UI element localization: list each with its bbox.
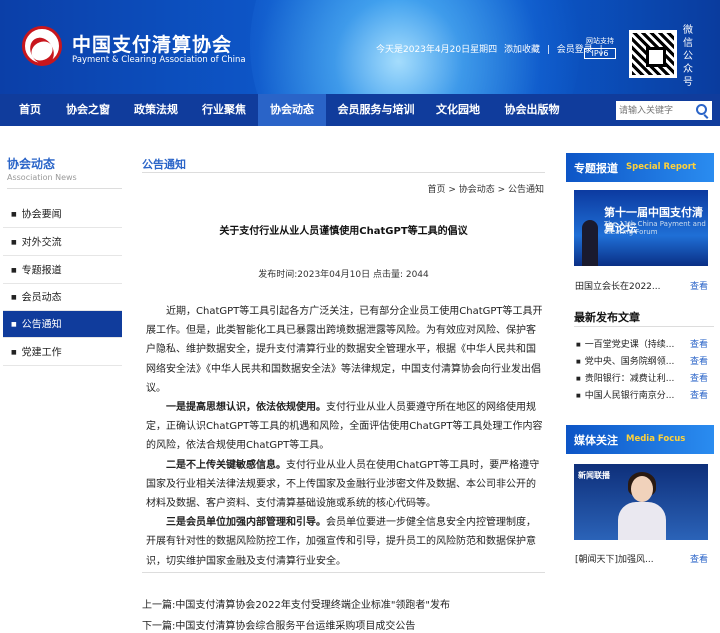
latest-article-item[interactable]: 中国人民银行南京分... — [576, 388, 675, 401]
nav-item-publications[interactable]: 协会出版物 — [496, 94, 568, 126]
ipv6-caption: 网站支持 — [586, 37, 614, 45]
article-title: 关于支付行业从业人员谨慎使用ChatGPT等工具的倡议 — [219, 226, 468, 237]
article-body: 近期，ChatGPT等工具引起各方广泛关注，已有部分企业员工使用ChatGPT等… — [146, 302, 544, 571]
latest-article-item[interactable]: 党中央、国务院纲领... — [576, 354, 675, 367]
media-focus-subtitle: Media Focus — [626, 434, 686, 444]
sidebar-item-news[interactable]: 协会要闻 — [3, 201, 122, 228]
association-logo-icon[interactable] — [22, 26, 62, 66]
latest-article-view-link[interactable]: 查看 — [690, 371, 708, 384]
article-paragraph: 一是提高思想认识，依法依规使用。支付行业从业人员要遵守所在地区的网络使用规定，正… — [146, 398, 544, 456]
media-focus-banner[interactable]: 媒体关注 Media Focus — [566, 425, 714, 454]
ipv6-label: IPv6 — [584, 48, 616, 59]
anchor-body — [618, 502, 666, 540]
article-paragraph: 近期，ChatGPT等工具引起各方广泛关注，已有部分企业员工使用ChatGPT等… — [146, 306, 543, 394]
latest-article-view-link[interactable]: 查看 — [690, 354, 708, 367]
main-nav: 首页 协会之窗 政策法规 行业聚焦 协会动态 会员服务与培训 文化园地 协会出版… — [0, 94, 720, 126]
article-meta: 发布时间:2023年04月10日 点击量: 2044 — [258, 270, 429, 280]
latest-articles-title: 最新发布文章 — [574, 311, 640, 324]
nav-item-culture[interactable]: 文化园地 — [428, 94, 488, 126]
search-box — [616, 101, 712, 120]
add-favorite-link[interactable]: 添加收藏 — [504, 45, 540, 55]
nav-item-home[interactable]: 首页 — [10, 94, 50, 126]
ipv6-badge: 网站支持 IPv6 — [584, 36, 616, 59]
speaker-figure — [582, 220, 598, 266]
special-report-caption[interactable]: 田国立会长在2022... — [575, 279, 661, 292]
top-links: 今天是2023年4月20日星期四 添加收藏 | 会员登录 | — [376, 42, 607, 55]
sidebar-item-member[interactable]: 会员动态 — [3, 284, 122, 311]
media-focus-view-link[interactable]: 查看 — [690, 552, 708, 565]
date-text: 今天是2023年4月20日星期四 — [376, 45, 498, 55]
sidebar-divider — [7, 188, 122, 189]
nav-item-industry[interactable]: 行业聚焦 — [194, 94, 254, 126]
nav-item-window[interactable]: 协会之窗 — [58, 94, 118, 126]
special-report-title: 专题报道 — [574, 162, 618, 175]
latest-articles-divider — [574, 326, 714, 327]
article-paragraph: 三是会员单位加强内部管理和引导。会员单位要进一步健全信息安全内控管理制度，开展有… — [146, 513, 544, 571]
latest-article-item[interactable]: 贵阳银行：减费让利... — [576, 371, 675, 384]
sidebar-item-party[interactable]: 党建工作 — [3, 339, 122, 366]
article-divider — [142, 572, 545, 573]
search-input[interactable] — [616, 101, 694, 120]
media-focus-photo[interactable]: 新闻联播 — [574, 464, 708, 540]
link-separator: | — [546, 45, 550, 55]
section-title: 公告通知 — [142, 158, 186, 171]
logo-title[interactable]: 中国支付清算协会 — [72, 30, 232, 57]
special-report-subtitle: Special Report — [626, 162, 697, 172]
sidebar-item-notice[interactable]: 公告通知 — [3, 311, 122, 338]
search-icon[interactable] — [696, 104, 707, 115]
latest-article-view-link[interactable]: 查看 — [690, 337, 708, 350]
site-header: 中国支付清算协会 Payment & Clearing Association … — [0, 0, 720, 94]
wechat-qr-code — [629, 30, 677, 78]
latest-article-view-link[interactable]: 查看 — [690, 388, 708, 401]
paragraph-lead: 一是提高思想认识，依法依规使用。 — [166, 402, 326, 414]
paragraph-lead: 二是不上传关键敏感信息。 — [166, 459, 286, 471]
sidebar-item-special[interactable]: 专题报道 — [3, 257, 122, 284]
photo-subline: The 11th China Payment and Clearing Foru… — [604, 220, 706, 236]
latest-article-item[interactable]: 一百堂党史课（持续... — [576, 337, 675, 350]
sidebar-subtitle: Association News — [7, 173, 77, 182]
paragraph-lead: 三是会员单位加强内部管理和引导。 — [166, 517, 326, 529]
next-article-link[interactable]: 下一篇:中国支付清算协会综合服务平台运维采购项目成交公告 — [142, 617, 415, 632]
sidebar-title: 协会动态 — [7, 157, 56, 171]
logo-subtitle: Payment & Clearing Association of China — [72, 55, 246, 65]
article-paragraph: 二是不上传关键敏感信息。支付行业从业人员在使用ChatGPT等工具时，要严格遵守… — [146, 456, 544, 514]
photo-tag: 新闻联播 — [578, 471, 610, 480]
media-focus-title: 媒体关注 — [574, 434, 618, 447]
breadcrumb[interactable]: 首页 > 协会动态 > 公告通知 — [427, 182, 544, 195]
special-report-banner[interactable]: 专题报道 Special Report — [566, 153, 714, 182]
special-report-photo[interactable]: 第十一届中国支付清算论坛 The 11th China Payment and … — [574, 190, 708, 266]
section-divider — [142, 172, 545, 173]
anchor-face — [631, 476, 653, 502]
wechat-label: 微信公众号 — [683, 25, 693, 88]
sidebar-item-exchange[interactable]: 对外交流 — [3, 229, 122, 256]
media-focus-caption[interactable]: [朝闻天下]加强风... — [575, 552, 654, 565]
prev-article-link[interactable]: 上一篇:中国支付清算协会2022年支付受理终端企业标准"领跑者"发布 — [142, 596, 450, 611]
nav-item-news[interactable]: 协会动态 — [258, 94, 326, 126]
special-report-view-link[interactable]: 查看 — [690, 279, 708, 292]
nav-item-policy[interactable]: 政策法规 — [126, 94, 186, 126]
nav-item-member-service[interactable]: 会员服务与培训 — [332, 94, 420, 126]
